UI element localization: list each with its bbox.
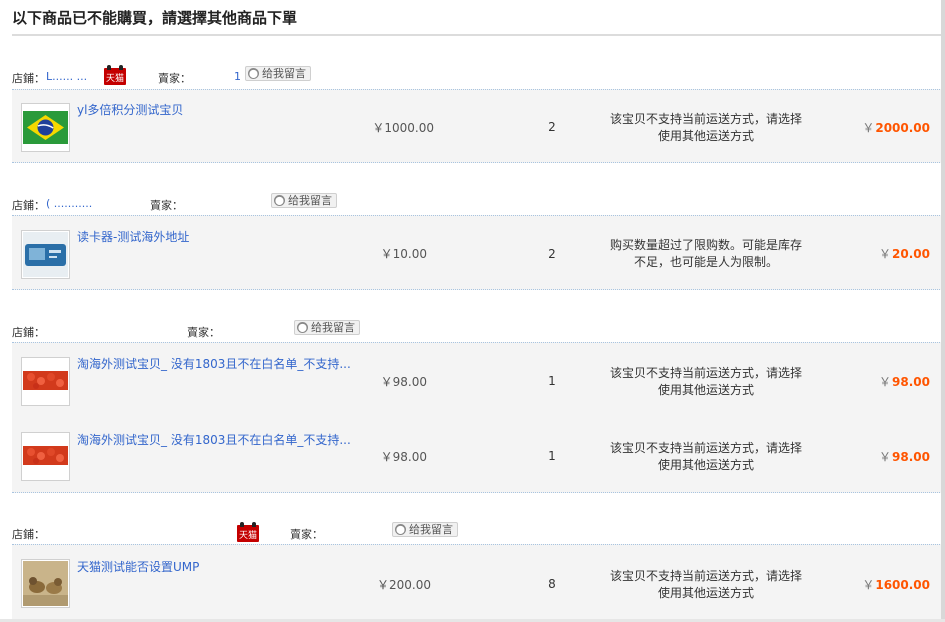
birds-photo-icon [23,561,68,606]
currency-symbol: ￥ [879,450,892,464]
page-title: 以下商品已不能購買，請選擇其他商品下單 [12,9,298,27]
subtotal-value: 2000.00 [875,121,930,135]
shop-header: 店鋪： 天猫 賣家： ⬤ 给我留言 [12,522,942,542]
message-icon: ⬤ [248,68,259,79]
shop-header: 店鋪： 賣家： ⬤ 给我留言 [12,320,942,340]
product-name-link[interactable]: 读卡器-测试海外地址 [77,228,189,245]
leave-message-button[interactable]: ⬤ 给我留言 [271,193,337,208]
unavailable-reason: 该宝贝不支持当前运送方式，请选择使用其他运送方式 [610,569,803,600]
shop-label: 店鋪： [12,326,45,339]
tmall-badge-icon: 天猫 [237,522,259,542]
unavailable-reason: 该宝贝不支持当前运送方式，请选择使用其他运送方式 [610,112,803,143]
subtotal: ￥20.00 [820,245,930,262]
leave-message-button[interactable]: ⬤ 给我留言 [392,522,458,537]
product-thumbnail[interactable] [21,357,70,406]
currency-symbol: ￥ [879,247,892,261]
subtotal-value: 98.00 [892,450,930,464]
card-reader-icon [23,232,68,277]
product-name-link[interactable]: 淘海外测试宝贝_ 没有1803且不在白名单_不支持... [77,431,351,448]
product-thumbnail[interactable] [21,230,70,279]
unavailable-reason: 该宝贝不支持当前运送方式，请选择使用其他运送方式 [610,441,803,472]
cart-item-group: 淘海外测试宝贝_ 没有1803且不在白名单_不支持... ￥98.00 1 该宝… [12,342,942,493]
leave-message-label: 给我留言 [288,194,332,207]
shop-label: 店鋪： [12,528,45,541]
seller-name-link[interactable]: 1 [234,70,241,83]
product-thumbnail[interactable] [21,103,70,152]
brazil-flag-icon [23,111,68,144]
subtotal-value: 98.00 [892,375,930,389]
shop-label: 店鋪： [12,72,45,85]
product-name-link[interactable]: 天猫测试能否设置UMP [77,558,199,575]
seller-label: 賣家： [150,199,183,212]
leave-message-button[interactable]: ⬤ 给我留言 [294,320,360,335]
seller-label: 賣家： [290,528,323,541]
unit-price: ￥98.00 [380,375,427,389]
subtotal: ￥98.00 [820,373,930,390]
message-icon: ⬤ [297,322,308,333]
window-edge [941,0,945,622]
quantity: 1 [548,449,556,463]
leave-message-label: 给我留言 [262,67,306,80]
subtotal-value: 20.00 [892,247,930,261]
message-icon: ⬤ [395,524,406,535]
unavailable-reason: 该宝贝不支持当前运送方式，请选择使用其他运送方式 [610,366,803,397]
quantity: 1 [548,374,556,388]
subtotal-value: 1600.00 [875,578,930,592]
unit-price: ￥200.00 [377,578,431,592]
subtotal: ￥2000.00 [820,119,930,136]
subtotal: ￥1600.00 [820,576,930,593]
title-divider [12,34,942,36]
product-thumbnail[interactable] [21,559,70,608]
quantity: 2 [548,120,556,134]
currency-symbol: ￥ [862,121,875,135]
currency-symbol: ￥ [879,375,892,389]
unit-price: ￥1000.00 [372,121,434,135]
shop-name-link[interactable]: ( ........... [46,197,92,210]
unavailable-items-panel: 以下商品已不能購買，請選擇其他商品下單 店鋪： L...... ... 天猫 賣… [0,0,945,622]
quantity: 2 [548,247,556,261]
subtotal: ￥98.00 [820,448,930,465]
red-berries-icon [23,434,68,479]
unavailable-reason: 购买数量超过了限购数。可能是库存不足，也可能是人为限制。 [610,238,803,269]
quantity: 8 [548,577,556,591]
seller-label: 賣家： [158,72,191,85]
leave-message-label: 给我留言 [311,321,355,334]
shop-name-link[interactable]: L...... ... [46,70,87,83]
cart-item-row: yl多倍积分测试宝贝 ￥1000.00 2 该宝贝不支持当前运送方式，请选择使用… [12,89,942,163]
product-name-link[interactable]: yl多倍积分测试宝贝 [77,101,183,118]
product-thumbnail[interactable] [21,432,70,481]
shop-header: 店鋪： ( ........... 賣家： ⬤ 给我留言 [12,193,942,213]
red-berries-icon [23,359,68,404]
product-name-link[interactable]: 淘海外测试宝贝_ 没有1803且不在白名单_不支持... [77,355,351,372]
seller-label: 賣家： [187,326,220,339]
currency-symbol: ￥ [862,578,875,592]
leave-message-button[interactable]: ⬤ 给我留言 [245,66,311,81]
leave-message-label: 给我留言 [409,523,453,536]
unit-price: ￥10.00 [380,247,427,261]
cart-item-row: 天猫测试能否设置UMP ￥200.00 8 该宝贝不支持当前运送方式，请选择使用… [12,544,942,620]
message-icon: ⬤ [274,195,285,206]
unit-price: ￥98.00 [380,450,427,464]
shop-header: 店鋪： L...... ... 天猫 賣家： 1 ⬤ 给我留言 [12,65,942,86]
cart-item-row: 读卡器-测试海外地址 ￥10.00 2 购买数量超过了限购数。可能是库存不足，也… [12,215,942,290]
tmall-badge-icon: 天猫 [104,65,126,85]
shop-label: 店鋪： [12,199,45,212]
